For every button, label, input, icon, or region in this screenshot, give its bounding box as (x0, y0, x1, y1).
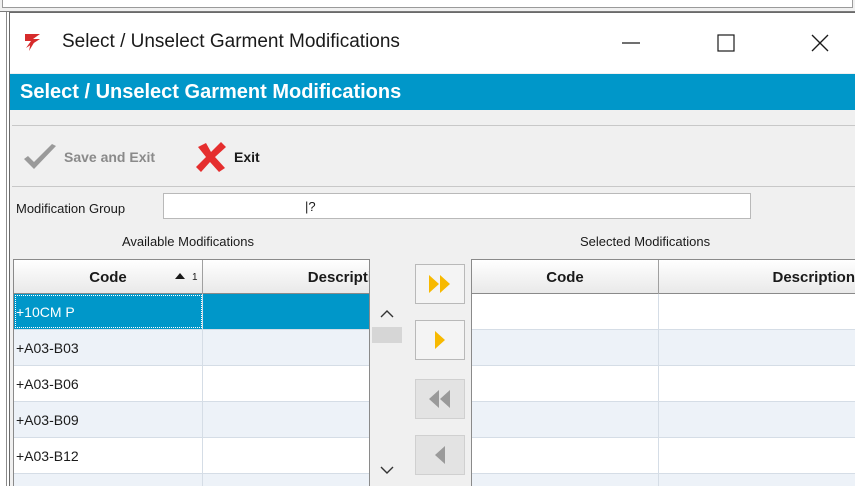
close-button[interactable] (797, 19, 843, 67)
modification-group-input[interactable]: |? (163, 193, 751, 219)
sort-order-number: 1 (192, 272, 198, 283)
table-row[interactable] (472, 474, 855, 486)
table-row[interactable]: +A03-B09 (14, 402, 369, 438)
description-cell[interactable] (203, 366, 369, 401)
vertical-scrollbar[interactable] (370, 293, 410, 486)
code-cell[interactable] (472, 294, 659, 329)
available-modifications-grid[interactable]: Code 1 Descripti +10CM P +A03-B03 +A03-B06… (13, 259, 370, 486)
scroll-down-icon[interactable] (380, 465, 394, 475)
background-window-left-edge (0, 12, 9, 486)
code-cell[interactable] (472, 438, 659, 473)
description-cell[interactable] (203, 402, 369, 437)
code-cell[interactable] (472, 366, 659, 401)
code-cell[interactable]: +A03-B09 (14, 402, 203, 437)
save-and-exit-button[interactable]: Save and Exit (22, 142, 155, 172)
exit-button[interactable]: Exit (194, 142, 260, 172)
x-icon (196, 142, 226, 172)
title-bar[interactable]: Select / Unselect Garment Modifications (10, 13, 855, 73)
column-header-code[interactable]: Code (472, 260, 659, 294)
table-row[interactable]: +A03-B15 (14, 474, 369, 486)
left-arrow-icon (435, 446, 445, 464)
scroll-up-icon[interactable] (380, 309, 394, 319)
double-right-arrow-icon (429, 275, 450, 293)
table-row[interactable] (472, 330, 855, 366)
table-row[interactable]: +10CM P (14, 294, 369, 330)
table-row[interactable] (472, 438, 855, 474)
description-cell[interactable] (659, 438, 855, 473)
banner-title: Select / Unselect Garment Modifications (20, 81, 402, 103)
column-header-code[interactable]: Code 1 (14, 260, 203, 294)
minimize-button[interactable] (608, 19, 654, 67)
description-cell[interactable] (659, 330, 855, 365)
sort-ascending-icon (175, 273, 185, 279)
table-row[interactable] (472, 294, 855, 330)
code-cell[interactable]: +A03-B12 (14, 438, 203, 473)
description-cell[interactable] (659, 474, 855, 486)
grid-header: Code 1 Descripti (14, 260, 369, 294)
app-icon (25, 34, 40, 51)
code-cell[interactable]: +10CM P (14, 294, 203, 329)
table-row[interactable]: +A03-B12 (14, 438, 369, 474)
description-cell[interactable] (203, 294, 369, 329)
description-cell[interactable] (659, 366, 855, 401)
add-all-button[interactable] (415, 264, 465, 304)
right-arrow-icon (435, 331, 445, 349)
header-banner: Select / Unselect Garment Modifications (10, 74, 855, 110)
column-header-description[interactable]: Descripti (203, 260, 369, 294)
screen: Select / Unselect Garment Modifications … (0, 0, 855, 486)
modification-group-label: Modification Group (16, 201, 126, 216)
remove-all-button[interactable] (415, 379, 465, 419)
code-cell[interactable] (472, 474, 659, 486)
grid-header: Code Description (472, 260, 855, 294)
description-cell[interactable] (203, 474, 369, 486)
exit-label: Exit (234, 149, 260, 165)
table-row[interactable]: +A03-B06 (14, 366, 369, 402)
code-cell[interactable]: +A03-B15 (14, 474, 203, 486)
table-row[interactable]: +A03-B03 (14, 330, 369, 366)
close-icon (811, 34, 829, 52)
description-cell[interactable] (203, 330, 369, 365)
code-cell[interactable] (472, 330, 659, 365)
save-and-exit-label: Save and Exit (64, 149, 156, 165)
column-header-description[interactable]: Description (659, 260, 855, 294)
description-cell[interactable] (659, 294, 855, 329)
dialog-window: Select / Unselect Garment Modifications … (9, 12, 855, 486)
add-one-button[interactable] (415, 320, 465, 360)
selected-modifications-grid[interactable]: Code Description (471, 259, 855, 486)
background-window-edge (0, 0, 855, 12)
minimize-icon (622, 42, 640, 44)
window-title: Select / Unselect Garment Modifications (62, 31, 400, 52)
double-left-arrow-icon (429, 390, 450, 408)
maximize-button[interactable] (703, 19, 749, 67)
code-cell[interactable]: +A03-B06 (14, 366, 203, 401)
description-cell[interactable] (203, 438, 369, 473)
description-cell[interactable] (659, 402, 855, 437)
code-cell[interactable] (472, 402, 659, 437)
checkmark-icon (24, 144, 56, 169)
available-modifications-caption: Available Modifications (122, 234, 254, 249)
scrollbar-thumb[interactable] (372, 327, 402, 343)
table-row[interactable] (472, 366, 855, 402)
maximize-icon (717, 34, 735, 52)
table-row[interactable] (472, 402, 855, 438)
selected-modifications-caption: Selected Modifications (580, 234, 711, 249)
remove-one-button[interactable] (415, 435, 465, 475)
toolbar: Save and Exit Exit (12, 125, 855, 187)
code-cell[interactable]: +A03-B03 (14, 330, 203, 365)
